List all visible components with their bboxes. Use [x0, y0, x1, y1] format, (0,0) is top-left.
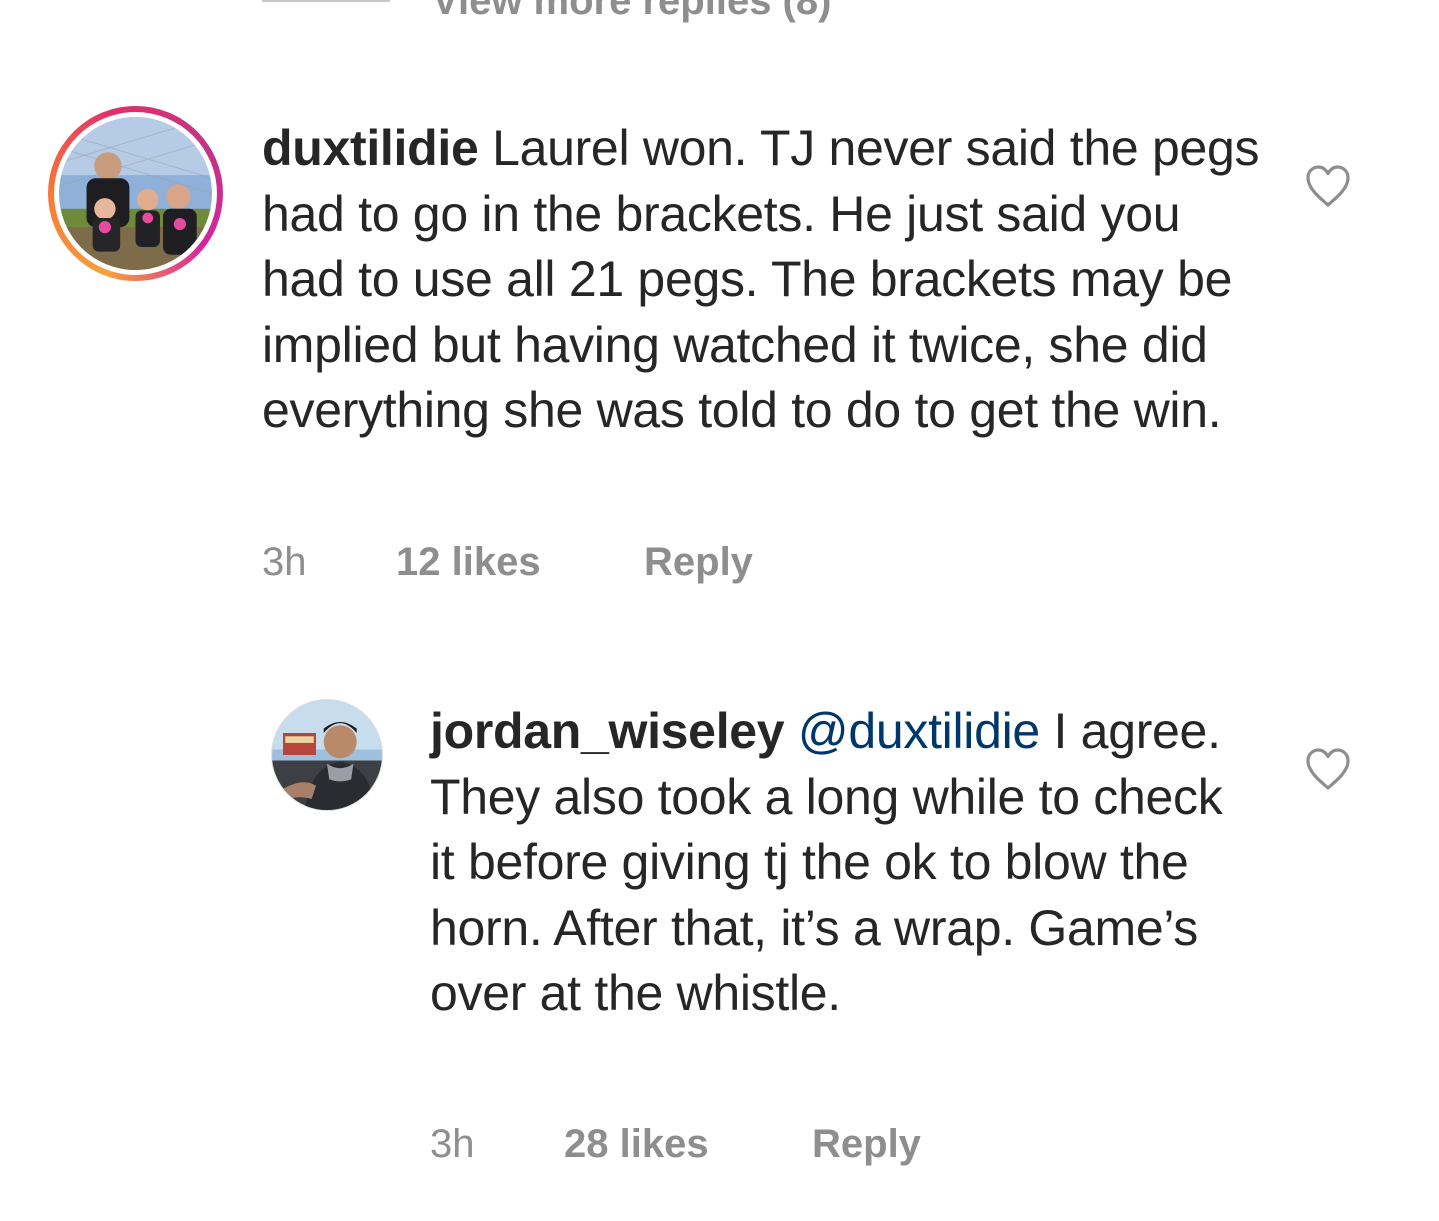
comment-jordan-wiseley: jordan_wiseley @duxtilidie I agree. They…	[0, 0, 1439, 1221]
avatar-frame[interactable]	[271, 699, 383, 811]
reply-button[interactable]: Reply	[812, 1122, 921, 1167]
comment-username[interactable]: jordan_wiseley	[430, 703, 785, 759]
comment-body: jordan_wiseley @duxtilidie I agree. They…	[430, 699, 1230, 1027]
avatar	[272, 700, 382, 810]
comment-meta: 3h 28 likes Reply	[430, 1122, 921, 1167]
heart-outline-icon[interactable]	[1304, 747, 1352, 791]
comment-likes[interactable]: 28 likes	[564, 1122, 812, 1167]
mention-link[interactable]: @duxtilidie	[798, 703, 1040, 759]
comment-time: 3h	[430, 1122, 475, 1166]
